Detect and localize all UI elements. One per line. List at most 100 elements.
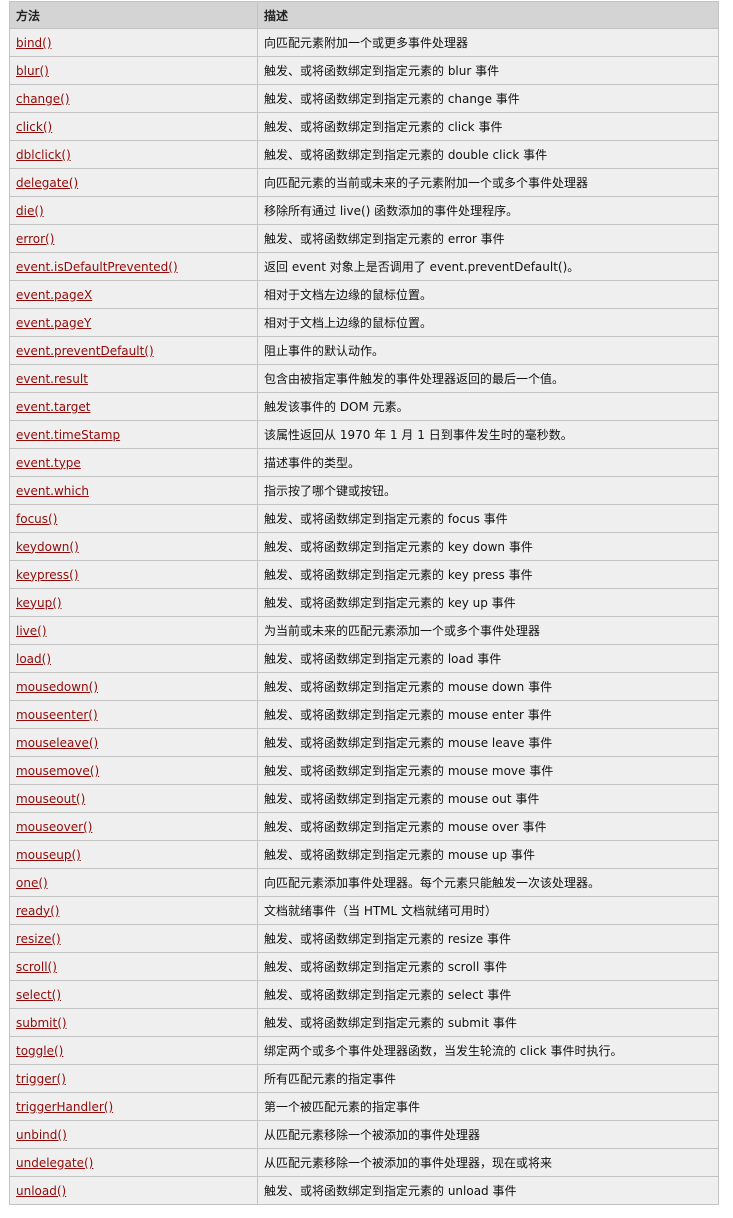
table-header-row: 方法 描述 — [9, 1, 719, 29]
method-link[interactable]: event.pageX — [16, 288, 92, 302]
method-cell: click() — [9, 112, 258, 141]
description-cell: 触发、或将函数绑定到指定元素的 unload 事件 — [257, 1176, 719, 1205]
description-cell: 触发、或将函数绑定到指定元素的 mouse out 事件 — [257, 784, 719, 813]
method-link[interactable]: change() — [16, 92, 70, 106]
description-cell: 相对于文档左边缘的鼠标位置。 — [257, 280, 719, 309]
table-row: change() 触发、或将函数绑定到指定元素的 change 事件 — [9, 84, 719, 113]
description-cell: 触发、或将函数绑定到指定元素的 submit 事件 — [257, 1008, 719, 1037]
description-cell: 文档就绪事件（当 HTML 文档就绪可用时） — [257, 896, 719, 925]
method-cell: select() — [9, 980, 258, 1009]
method-link[interactable]: mousedown() — [16, 680, 98, 694]
method-link[interactable]: unload() — [16, 1184, 66, 1198]
method-link[interactable]: click() — [16, 120, 52, 134]
method-cell: die() — [9, 196, 258, 225]
method-link[interactable]: select() — [16, 988, 61, 1002]
method-cell: blur() — [9, 56, 258, 85]
description-cell: 触发、或将函数绑定到指定元素的 mouse leave 事件 — [257, 728, 719, 757]
table-row: ready() 文档就绪事件（当 HTML 文档就绪可用时） — [9, 896, 719, 925]
method-link[interactable]: resize() — [16, 932, 61, 946]
method-link[interactable]: event.which — [16, 484, 89, 498]
method-link[interactable]: error() — [16, 232, 54, 246]
table-row: bind() 向匹配元素附加一个或更多事件处理器 — [9, 28, 719, 57]
table-row: mousedown() 触发、或将函数绑定到指定元素的 mouse down 事件 — [9, 672, 719, 701]
method-cell: event.timeStamp — [9, 420, 258, 449]
method-link[interactable]: keyup() — [16, 596, 62, 610]
method-link[interactable]: event.timeStamp — [16, 428, 120, 442]
description-cell: 触发、或将函数绑定到指定元素的 resize 事件 — [257, 924, 719, 953]
description-cell: 触发、或将函数绑定到指定元素的 mouse down 事件 — [257, 672, 719, 701]
method-cell: keyup() — [9, 588, 258, 617]
description-cell: 触发、或将函数绑定到指定元素的 mouse enter 事件 — [257, 700, 719, 729]
table-row: undelegate() 从匹配元素移除一个被添加的事件处理器，现在或将来 — [9, 1148, 719, 1177]
table-row: unbind() 从匹配元素移除一个被添加的事件处理器 — [9, 1120, 719, 1149]
method-link[interactable]: dblclick() — [16, 148, 71, 162]
method-link[interactable]: mouseleave() — [16, 736, 98, 750]
table-row: focus() 触发、或将函数绑定到指定元素的 focus 事件 — [9, 504, 719, 533]
description-cell: 触发、或将函数绑定到指定元素的 error 事件 — [257, 224, 719, 253]
description-cell: 为当前或未来的匹配元素添加一个或多个事件处理器 — [257, 616, 719, 645]
method-link[interactable]: mouseup() — [16, 848, 81, 862]
method-link[interactable]: bind() — [16, 36, 52, 50]
method-cell: trigger() — [9, 1064, 258, 1093]
method-link[interactable]: mouseenter() — [16, 708, 98, 722]
table-row: keypress() 触发、或将函数绑定到指定元素的 key press 事件 — [9, 560, 719, 589]
table-row: scroll() 触发、或将函数绑定到指定元素的 scroll 事件 — [9, 952, 719, 981]
method-link[interactable]: delegate() — [16, 176, 78, 190]
method-link[interactable]: toggle() — [16, 1044, 63, 1058]
table-row: event.isDefaultPrevented() 返回 event 对象上是否… — [9, 252, 719, 281]
method-link[interactable]: blur() — [16, 64, 49, 78]
method-link[interactable]: event.isDefaultPrevented() — [16, 260, 178, 274]
method-link[interactable]: event.result — [16, 372, 88, 386]
description-cell: 绑定两个或多个事件处理器函数，当发生轮流的 click 事件时执行。 — [257, 1036, 719, 1065]
header-description: 描述 — [257, 1, 719, 29]
method-link[interactable]: one() — [16, 876, 48, 890]
method-cell: one() — [9, 868, 258, 897]
table-row: event.pageY 相对于文档上边缘的鼠标位置。 — [9, 308, 719, 337]
table-row: mouseout() 触发、或将函数绑定到指定元素的 mouse out 事件 — [9, 784, 719, 813]
description-cell: 触发、或将函数绑定到指定元素的 change 事件 — [257, 84, 719, 113]
method-cell: event.pageY — [9, 308, 258, 337]
method-link[interactable]: submit() — [16, 1016, 67, 1030]
method-link[interactable]: mouseout() — [16, 792, 85, 806]
method-link[interactable]: mouseover() — [16, 820, 92, 834]
description-cell: 触发、或将函数绑定到指定元素的 click 事件 — [257, 112, 719, 141]
table-row: dblclick() 触发、或将函数绑定到指定元素的 double click 事… — [9, 140, 719, 169]
method-link[interactable]: scroll() — [16, 960, 57, 974]
method-link[interactable]: ready() — [16, 904, 60, 918]
method-cell: focus() — [9, 504, 258, 533]
table-row: submit() 触发、或将函数绑定到指定元素的 submit 事件 — [9, 1008, 719, 1037]
table-row: mouseenter() 触发、或将函数绑定到指定元素的 mouse enter … — [9, 700, 719, 729]
method-link[interactable]: live() — [16, 624, 47, 638]
method-cell: event.which — [9, 476, 258, 505]
table-row: click() 触发、或将函数绑定到指定元素的 click 事件 — [9, 112, 719, 141]
method-cell: mouseleave() — [9, 728, 258, 757]
method-cell: mousedown() — [9, 672, 258, 701]
method-link[interactable]: unbind() — [16, 1128, 67, 1142]
description-cell: 阻止事件的默认动作。 — [257, 336, 719, 365]
table-row: mouseup() 触发、或将函数绑定到指定元素的 mouse up 事件 — [9, 840, 719, 869]
table-row: event.preventDefault() 阻止事件的默认动作。 — [9, 336, 719, 365]
table-row: load() 触发、或将函数绑定到指定元素的 load 事件 — [9, 644, 719, 673]
table-row: error() 触发、或将函数绑定到指定元素的 error 事件 — [9, 224, 719, 253]
method-link[interactable]: keypress() — [16, 568, 79, 582]
method-link[interactable]: mousemove() — [16, 764, 99, 778]
method-link[interactable]: event.type — [16, 456, 81, 470]
method-link[interactable]: die() — [16, 204, 44, 218]
description-cell: 从匹配元素移除一个被添加的事件处理器 — [257, 1120, 719, 1149]
description-cell: 包含由被指定事件触发的事件处理器返回的最后一个值。 — [257, 364, 719, 393]
table-row: event.timeStamp 该属性返回从 1970 年 1 月 1 日到事件发… — [9, 420, 719, 449]
method-link[interactable]: event.target — [16, 400, 90, 414]
method-link[interactable]: undelegate() — [16, 1156, 93, 1170]
method-cell: submit() — [9, 1008, 258, 1037]
method-cell: unbind() — [9, 1120, 258, 1149]
method-link[interactable]: trigger() — [16, 1072, 66, 1086]
method-link[interactable]: focus() — [16, 512, 57, 526]
method-cell: event.preventDefault() — [9, 336, 258, 365]
method-link[interactable]: keydown() — [16, 540, 79, 554]
description-cell: 触发、或将函数绑定到指定元素的 focus 事件 — [257, 504, 719, 533]
method-link[interactable]: event.pageY — [16, 316, 91, 330]
table-row: mouseover() 触发、或将函数绑定到指定元素的 mouse over 事件 — [9, 812, 719, 841]
method-link[interactable]: event.preventDefault() — [16, 344, 154, 358]
method-link[interactable]: triggerHandler() — [16, 1100, 113, 1114]
method-link[interactable]: load() — [16, 652, 51, 666]
